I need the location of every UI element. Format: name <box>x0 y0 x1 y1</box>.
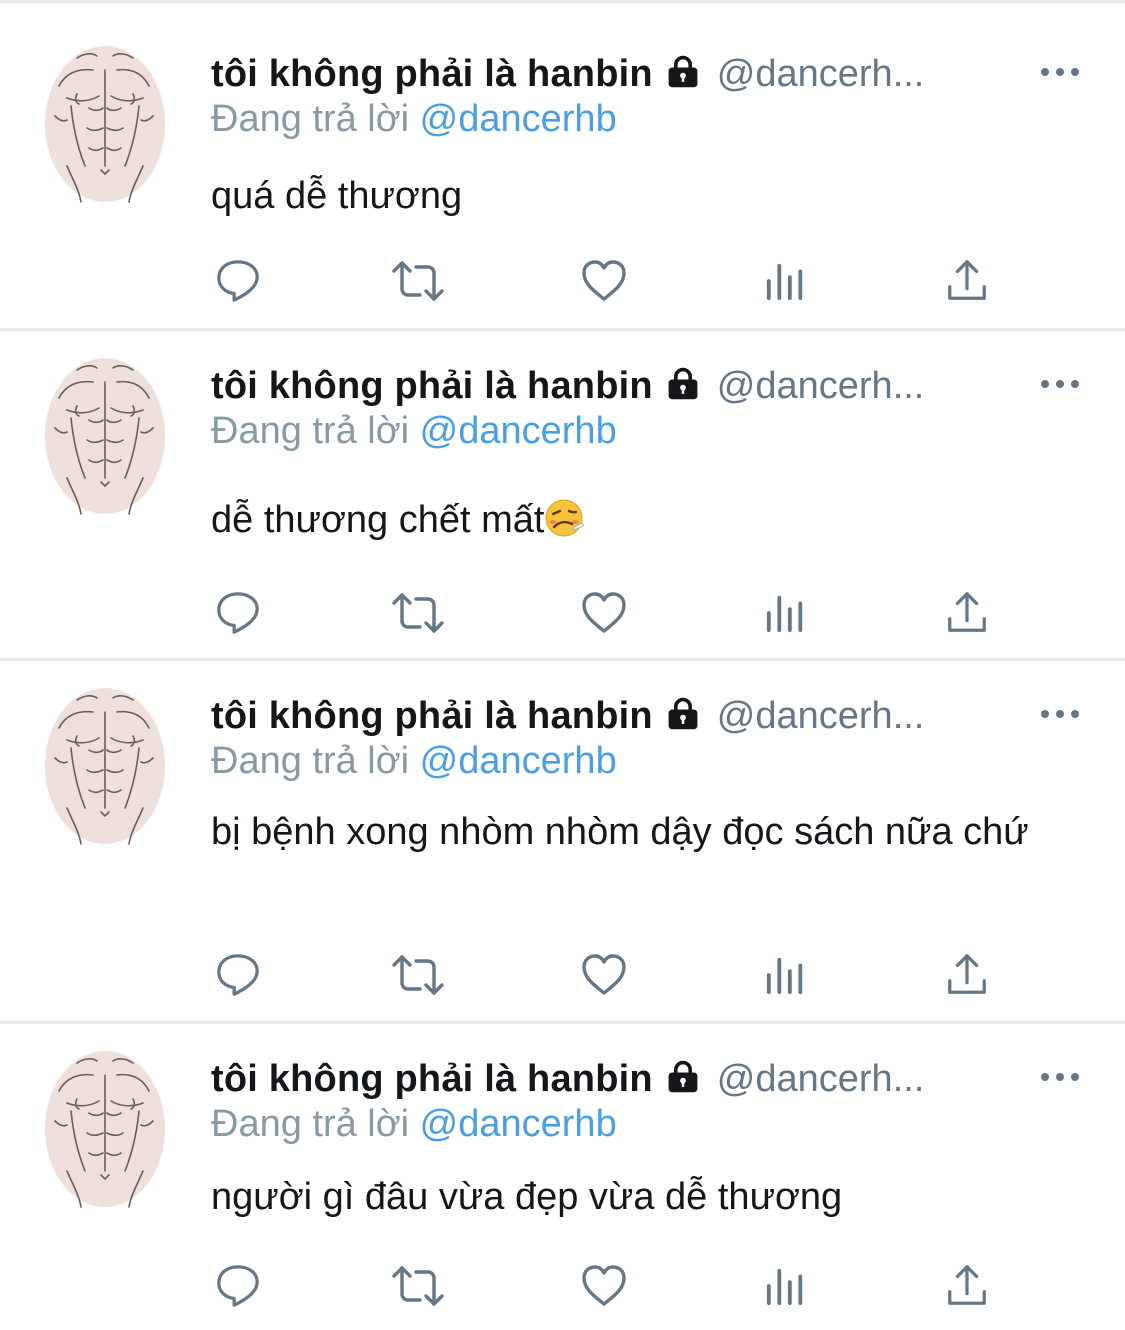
tweet-2[interactable]: tôi không phải là hanbin @dancerh... Đan… <box>0 358 1125 648</box>
reply-mention[interactable]: @dancerhb <box>420 740 617 782</box>
tweet-actions <box>0 588 1125 638</box>
author-name[interactable]: tôi không phải là hanbin <box>211 695 653 738</box>
like-button[interactable] <box>576 1261 632 1311</box>
retweet-icon <box>390 257 446 305</box>
tweet-text: quá dễ thương <box>211 174 1091 218</box>
avatar[interactable] <box>37 688 165 846</box>
more-options-icon[interactable] <box>1041 372 1085 396</box>
tweet-text-content: quá dễ thương <box>211 175 463 217</box>
analytics-icon <box>765 954 807 996</box>
retweet-icon <box>390 589 446 637</box>
author-handle[interactable]: @dancerh... <box>717 53 925 96</box>
reply-button[interactable] <box>210 256 266 306</box>
like-icon <box>580 589 628 637</box>
separator <box>0 328 1125 331</box>
more-options-icon[interactable] <box>1041 702 1085 726</box>
reply-prefix: Đang trả lời <box>211 410 410 452</box>
reply-icon <box>215 952 261 998</box>
reply-mention[interactable]: @dancerhb <box>420 1103 617 1145</box>
separator <box>0 0 1125 3</box>
lock-icon <box>665 696 701 737</box>
share-button[interactable] <box>939 950 995 1000</box>
tweet-header: tôi không phải là hanbin @dancerh... <box>211 358 924 414</box>
analytics-button[interactable] <box>758 950 814 1000</box>
author-handle[interactable]: @dancerh... <box>717 695 925 738</box>
reply-mention[interactable]: @dancerhb <box>420 410 617 452</box>
tweet-actions <box>0 1261 1125 1311</box>
tweet-text-content: người gì đâu vừa đẹp vừa dễ thương <box>211 1176 843 1218</box>
reply-prefix: Đang trả lời <box>211 1103 410 1145</box>
analytics-icon <box>765 1265 807 1307</box>
like-button[interactable] <box>576 950 632 1000</box>
reply-icon <box>215 1263 261 1309</box>
avatar[interactable] <box>37 46 165 204</box>
analytics-button[interactable] <box>758 588 814 638</box>
tweet-actions <box>0 256 1125 306</box>
author-handle[interactable]: @dancerh... <box>717 1058 925 1101</box>
like-icon <box>580 951 628 999</box>
retweet-button[interactable] <box>390 588 446 638</box>
share-icon <box>944 258 990 304</box>
author-handle[interactable]: @dancerh... <box>717 365 925 408</box>
replying-to: Đang trả lời @dancerhb <box>211 98 617 141</box>
lock-icon <box>665 54 701 95</box>
more-options-icon[interactable] <box>1041 1065 1085 1089</box>
replying-to: Đang trả lời @dancerhb <box>211 410 617 453</box>
author-name[interactable]: tôi không phải là hanbin <box>211 365 653 408</box>
like-icon <box>580 257 628 305</box>
share-button[interactable] <box>939 256 995 306</box>
tweet-3[interactable]: tôi không phải là hanbin @dancerh... Đan… <box>0 688 1125 1010</box>
tweet-text-content: bị bệnh xong nhòm nhòm dậy đọc sách nữa … <box>211 811 1029 853</box>
reply-icon <box>215 258 261 304</box>
reply-mention[interactable]: @dancerhb <box>420 98 617 140</box>
tweet-text-content: dễ thương chết mất <box>211 499 545 541</box>
tweet-text: dễ thương chết mất <box>211 498 1091 542</box>
analytics-button[interactable] <box>758 256 814 306</box>
avatar[interactable] <box>37 358 165 516</box>
tweet-text: bị bệnh xong nhòm nhòm dậy đọc sách nữa … <box>211 810 1091 854</box>
share-button[interactable] <box>939 1261 995 1311</box>
analytics-button[interactable] <box>758 1261 814 1311</box>
tweet-4[interactable]: tôi không phải là hanbin @dancerh... Đan… <box>0 1051 1125 1321</box>
share-icon <box>944 1263 990 1309</box>
reply-button[interactable] <box>210 588 266 638</box>
share-icon <box>944 952 990 998</box>
reply-button[interactable] <box>210 1261 266 1311</box>
separator <box>0 1021 1125 1024</box>
like-icon <box>580 1262 628 1310</box>
retweet-button[interactable] <box>390 1261 446 1311</box>
reply-feed: tôi không phải là hanbin @dancerh... Đan… <box>0 0 1125 1330</box>
replying-to: Đang trả lời @dancerhb <box>211 740 617 783</box>
like-button[interactable] <box>576 588 632 638</box>
avatar[interactable] <box>37 1051 165 1209</box>
lock-icon <box>665 1059 701 1100</box>
tweet-1[interactable]: tôi không phải là hanbin @dancerh... Đan… <box>0 46 1125 316</box>
share-button[interactable] <box>939 588 995 638</box>
retweet-icon <box>390 951 446 999</box>
reply-icon <box>215 590 261 636</box>
separator <box>0 658 1125 661</box>
tweet-actions <box>0 950 1125 1000</box>
tweet-header: tôi không phải là hanbin @dancerh... <box>211 1051 924 1107</box>
reply-button[interactable] <box>210 950 266 1000</box>
more-options-icon[interactable] <box>1041 60 1085 84</box>
retweet-button[interactable] <box>390 950 446 1000</box>
retweet-button[interactable] <box>390 256 446 306</box>
tweet-header: tôi không phải là hanbin @dancerh... <box>211 688 924 744</box>
woozy-face-emoji <box>544 498 584 538</box>
like-button[interactable] <box>576 256 632 306</box>
analytics-icon <box>765 260 807 302</box>
analytics-icon <box>765 592 807 634</box>
replying-to: Đang trả lời @dancerhb <box>211 1103 617 1146</box>
author-name[interactable]: tôi không phải là hanbin <box>211 1058 653 1101</box>
tweet-header: tôi không phải là hanbin @dancerh... <box>211 46 924 102</box>
retweet-icon <box>390 1262 446 1310</box>
share-icon <box>944 590 990 636</box>
reply-prefix: Đang trả lời <box>211 740 410 782</box>
author-name[interactable]: tôi không phải là hanbin <box>211 53 653 96</box>
lock-icon <box>665 366 701 407</box>
tweet-text: người gì đâu vừa đẹp vừa dễ thương <box>211 1175 1091 1219</box>
reply-prefix: Đang trả lời <box>211 98 410 140</box>
